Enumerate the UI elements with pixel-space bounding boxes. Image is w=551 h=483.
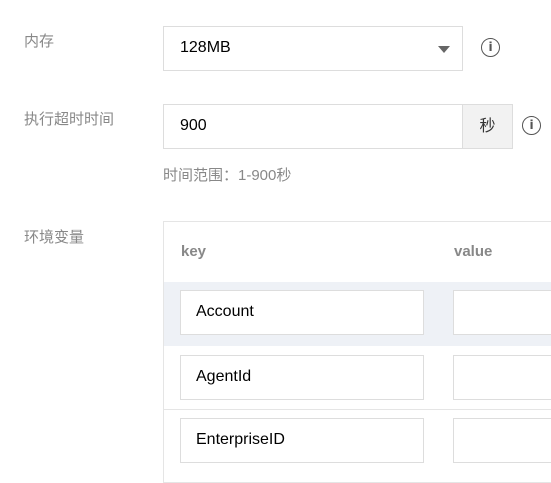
env-value-input[interactable]	[453, 290, 551, 335]
timeout-unit: 秒	[462, 105, 512, 148]
table-row: AgentId	[164, 346, 551, 410]
env-value-input[interactable]	[453, 355, 551, 400]
table-row: EnterpriseID	[164, 410, 551, 474]
caret-down-icon	[438, 46, 450, 53]
timeout-label: 执行超时时间	[24, 111, 115, 128]
timeout-input-group: 900 秒	[163, 104, 513, 149]
info-circle-icon[interactable]: i	[481, 38, 500, 57]
memory-select-value: 128MB	[180, 39, 231, 56]
env-table: key value Account AgentId EnterpriseID	[163, 221, 551, 483]
memory-select[interactable]: 128MB	[163, 26, 463, 71]
env-key-input[interactable]: Account	[180, 290, 424, 335]
env-key-input[interactable]: AgentId	[180, 355, 424, 400]
env-key-input[interactable]: EnterpriseID	[180, 418, 424, 463]
env-col-value: value	[454, 243, 493, 260]
timeout-input[interactable]: 900	[180, 117, 207, 135]
memory-label: 内存	[24, 33, 55, 50]
env-value-input[interactable]	[453, 418, 551, 463]
timeout-hint: 时间范围：1-900秒	[163, 167, 292, 184]
env-col-key: key	[181, 243, 207, 260]
env-label: 环境变量	[24, 229, 85, 246]
table-row: Account	[164, 282, 551, 346]
info-circle-icon[interactable]: i	[522, 116, 541, 135]
